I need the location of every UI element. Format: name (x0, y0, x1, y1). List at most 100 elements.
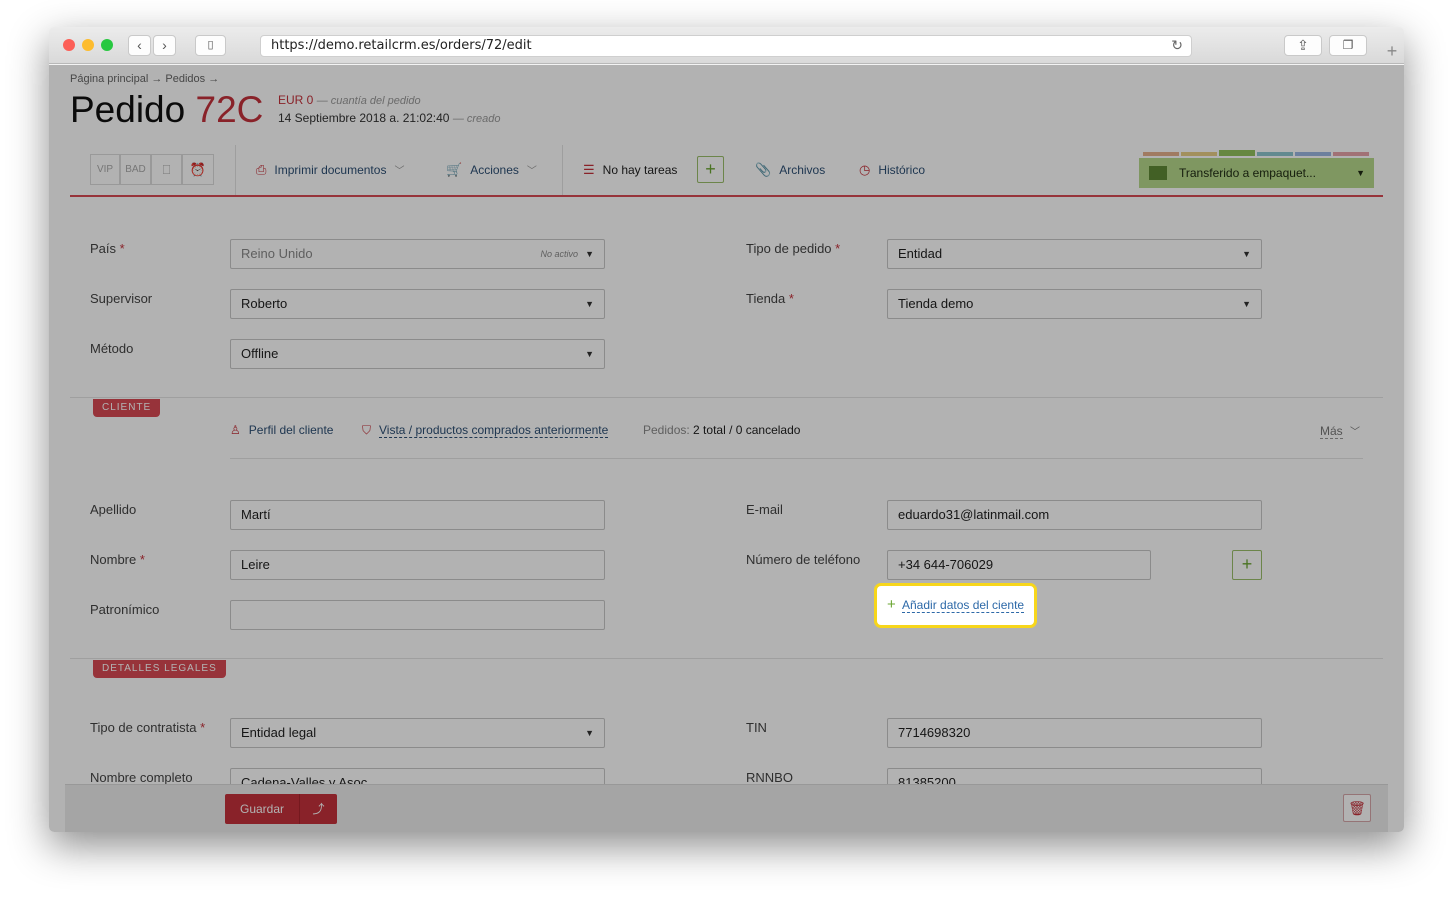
patronymic-input[interactable] (230, 600, 605, 630)
supervisor-label: Supervisor (90, 291, 153, 306)
section-divider (70, 658, 1383, 659)
add-task-button[interactable]: + (697, 156, 724, 183)
order-number: 72C (195, 89, 264, 130)
phone-input[interactable]: +34 644-706029 (887, 550, 1151, 580)
firstname-input[interactable]: Leire (230, 550, 605, 580)
status-stripe (1181, 152, 1217, 156)
address-bar[interactable]: https://demo.retailcrm.es/orders/72/edit… (260, 35, 1192, 57)
tin-input[interactable]: 7714698320 (887, 718, 1262, 748)
contractor-type-select[interactable]: Entidad legal ▼ (230, 718, 605, 748)
firstname-label-text: Nombre (90, 552, 137, 567)
chevron-down-icon: ﹀ (1350, 427, 1361, 438)
required-mark: * (788, 291, 794, 306)
caret-down-icon: ▼ (585, 299, 594, 309)
client-profile-link[interactable]: ♙ Perfil del cliente (230, 423, 333, 437)
files-label: Archivos (779, 163, 826, 177)
order-type-label-text: Tipo de pedido (746, 241, 832, 256)
client-orders-summary: Pedidos: 2 total / 0 cancelado (643, 423, 800, 437)
browser-titlebar: ‹ › ▯ https://demo.retailcrm.es/orders/7… (49, 27, 1404, 64)
alarm-icon[interactable]: ⏰ (182, 154, 214, 185)
tasks-button[interactable]: ☰ No hay tareas (583, 162, 677, 178)
back-icon[interactable]: ‹ (128, 35, 151, 56)
country-inactive-note: No activo (540, 249, 578, 259)
fullname-label: Nombre completo (90, 770, 193, 785)
store-value: Tienda demo (898, 296, 974, 311)
status-stripe (1143, 152, 1179, 156)
forward-icon[interactable]: › (153, 35, 176, 56)
sidebar-icon[interactable]: ▯ (195, 35, 226, 56)
files-button[interactable]: 📎 Archivos (755, 162, 825, 178)
order-amount: EUR 0 (278, 93, 314, 107)
supervisor-select[interactable]: Roberto ▼ (230, 289, 605, 319)
lastname-input[interactable]: Martí (230, 500, 605, 530)
history-button[interactable]: ◷ Histórico (859, 162, 925, 178)
order-type-value: Entidad (898, 246, 943, 261)
order-type-select[interactable]: Entidad ▼ (887, 239, 1262, 269)
close-window-button[interactable] (63, 39, 75, 51)
store-select[interactable]: Tienda demo ▼ (887, 289, 1262, 319)
tabs-overview-icon[interactable]: ❐ (1329, 35, 1367, 56)
status-select[interactable]: Transferido a empaquet... ▼ (1139, 158, 1374, 188)
print-label: Imprimir documentos (274, 163, 387, 177)
caret-down-icon: ▼ (1356, 168, 1365, 178)
print-documents-button[interactable]: ⎙ Imprimir documentos ﹀ (256, 162, 404, 178)
client-links-divider (230, 458, 1363, 459)
breadcrumb[interactable]: Página principal → Pedidos → (70, 73, 219, 85)
status-stripe (1257, 152, 1293, 156)
section-divider (70, 397, 1383, 398)
toolbar-divider (235, 145, 236, 195)
share-icon[interactable]: ⇪ (1284, 35, 1322, 56)
order-created: 14 Septiembre 2018 a. 21:02:40 (278, 111, 450, 125)
page-title-text: Pedido (70, 89, 186, 130)
contractor-type-label: Tipo de contratista * (90, 720, 205, 735)
add-phone-button[interactable]: + (1232, 550, 1262, 580)
tasks-label: No hay tareas (602, 163, 678, 177)
save-and-exit-icon[interactable]: ⤴ (299, 794, 337, 824)
client-profile-label: Perfil del cliente (248, 423, 334, 437)
patronymic-label: Patronímico (90, 602, 160, 617)
trash-icon[interactable]: 🗑 (1343, 794, 1371, 822)
actions-label: Acciones (470, 163, 519, 177)
country-select[interactable]: Reino Unido No activo ▼ (230, 239, 605, 269)
bad-button[interactable]: BAD (120, 154, 151, 185)
email-input[interactable]: eduardo31@latinmail.com (887, 500, 1262, 530)
reload-icon[interactable]: ↻ (1171, 36, 1183, 56)
legal-section-tag: DETALLES LEGALES (93, 660, 226, 678)
caret-down-icon: ▼ (1242, 299, 1251, 309)
page-title: Pedido 72C (70, 89, 263, 131)
required-mark: * (119, 241, 125, 256)
caret-down-icon: ▼ (585, 728, 594, 738)
zoom-window-button[interactable] (101, 39, 113, 51)
user-icon: ♙ (230, 423, 241, 437)
country-label: País * (90, 241, 125, 256)
order-amount-note: — cuantía del pedido (316, 95, 421, 107)
status-stripe (1295, 152, 1331, 156)
tasks-icon: ☰ (583, 162, 595, 177)
purchased-products-link[interactable]: ⛉ Vista / productos comprados anteriormen… (362, 423, 609, 438)
save-button[interactable]: Guardar ⤴ (225, 794, 337, 824)
email-label: E-mail (746, 502, 783, 517)
method-select[interactable]: Offline ▼ (230, 339, 605, 369)
actions-button[interactable]: 🛒 Acciones ﹀ (446, 162, 537, 178)
contractor-type-value: Entidad legal (241, 725, 317, 740)
save-label: Guardar (240, 802, 285, 816)
add-client-data-link[interactable]: Añadir datos del ciente (902, 598, 1025, 613)
more-label: Más (1320, 424, 1343, 439)
country-value: Reino Unido (241, 246, 313, 261)
order-created-note: — creado (452, 113, 501, 125)
caret-down-icon: ▼ (1242, 249, 1251, 259)
cart-icon: 🛒 (446, 162, 463, 177)
phone-label: Número de teléfono (746, 552, 861, 567)
add-client-data-highlight[interactable]: + Añadir datos del ciente (874, 583, 1037, 628)
orders-label: Pedidos: (643, 423, 690, 437)
rnnbo-label: RNNBO (746, 770, 793, 785)
minimize-window-button[interactable] (82, 39, 94, 51)
printer-icon: ⎙ (256, 162, 267, 177)
paperclip-icon: 📎 (755, 162, 772, 177)
new-tab-icon[interactable]: + (1380, 40, 1404, 64)
save-bar: Guardar ⤴ 🗑 (65, 784, 1388, 832)
more-button[interactable]: Más ﹀ (1320, 423, 1361, 439)
note-icon[interactable]: ⎕ (151, 154, 182, 185)
vip-button[interactable]: VIP (90, 154, 120, 185)
orders-value: 2 total / 0 cancelado (693, 423, 801, 437)
